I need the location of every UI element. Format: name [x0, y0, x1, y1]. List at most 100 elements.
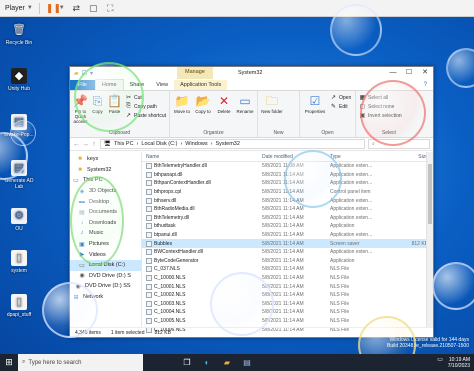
task-view-icon[interactable]: ❐: [177, 354, 197, 371]
table-row[interactable]: C_10003.NLS 5/8/2021 11:14 AM NLS File: [142, 300, 433, 309]
nav-item-keys[interactable]: ■ keys: [70, 154, 141, 165]
folder-icon[interactable]: ▰: [74, 70, 79, 77]
table-row[interactable]: bthudtask 5/8/2021 11:14 AM Application: [142, 222, 433, 231]
nav-item-documents[interactable]: ▤ Documents: [70, 207, 141, 218]
nav-item-dvd-drive-2[interactable]: ◉ DVD Drive (D:) SS: [70, 281, 141, 292]
invert-selection-button[interactable]: ▣ Invert selection: [359, 112, 402, 120]
select-none-button[interactable]: ▢ Select none: [359, 103, 402, 111]
chevron-down-icon[interactable]: ▼: [59, 5, 65, 11]
search-input[interactable]: ⌕: [368, 139, 430, 149]
nav-item-this-pc[interactable]: ▭ This PC: [70, 175, 141, 186]
tab-home[interactable]: Home: [94, 79, 124, 90]
breadcrumb-local-disk[interactable]: Local Disk (C:): [141, 141, 177, 147]
column-size[interactable]: Size: [400, 154, 428, 160]
desktop-icon-system[interactable]: ▯ system: [0, 250, 38, 274]
forward-icon[interactable]: →: [82, 141, 89, 148]
table-row[interactable]: C_10005.NLS 5/8/2021 11:14 AM NLS File: [142, 317, 433, 326]
breadcrumb-this-pc[interactable]: This PC: [114, 141, 134, 147]
copy-path-button[interactable]: ⎘ Copy path: [125, 103, 166, 110]
select-all-button[interactable]: ▦ Select all: [359, 94, 402, 102]
tab-application-tools[interactable]: Application Tools: [174, 80, 228, 90]
nav-item-music[interactable]: ♪ Music: [70, 228, 141, 239]
properties-button[interactable]: ☑ Properties: [303, 93, 327, 128]
table-row[interactable]: C_037.NLS 5/8/2021 11:14 AM NLS File: [142, 265, 433, 274]
breadcrumb-windows[interactable]: Windows: [185, 141, 207, 147]
tab-view[interactable]: View: [150, 80, 174, 90]
new-folder-button[interactable]: 🗀 New folder: [261, 93, 283, 128]
table-row[interactable]: bthserv.dll 5/8/2021 11:14 AM Application …: [142, 196, 433, 205]
chevron-down-icon[interactable]: ▼: [27, 5, 33, 11]
table-row[interactable]: bthpanapi.dll 5/8/2021 11:14 AM Applicatio…: [142, 171, 433, 180]
table-row[interactable]: BWContextHandler.dll 5/8/2021 11:14 AM App…: [142, 248, 433, 257]
paste-button[interactable]: 📋 Paste: [107, 93, 122, 128]
nav-item-desktop[interactable]: ▬ Desktop: [70, 196, 141, 207]
help-icon[interactable]: ?: [418, 80, 433, 90]
tab-share[interactable]: Share: [124, 80, 151, 90]
up-icon[interactable]: ↑: [91, 141, 97, 148]
chevron-down-icon[interactable]: ▾: [90, 70, 93, 77]
table-row[interactable]: BthpanContextHandler.dll 5/8/2021 11:14 A…: [142, 179, 433, 188]
minimize-icon[interactable]: —: [385, 67, 401, 79]
copy-button[interactable]: ⎘ Copy: [91, 93, 104, 128]
edit-button[interactable]: ✎ Edit: [330, 103, 351, 111]
scroll-thumb[interactable]: [428, 164, 432, 224]
nav-item-downloads[interactable]: ↓ Downloads: [70, 218, 141, 229]
tab-file[interactable]: File: [70, 80, 95, 90]
column-type[interactable]: Type: [330, 154, 400, 160]
column-name[interactable]: Name: [142, 154, 262, 160]
nav-item-pictures[interactable]: ▣ Pictures: [70, 239, 141, 250]
table-row[interactable]: C_10004.NLS 5/8/2021 11:14 AM NLS File: [142, 308, 433, 317]
vertical-scrollbar[interactable]: [426, 152, 433, 327]
fullscreen-icon[interactable]: ⛶: [105, 3, 116, 14]
pin-button[interactable]: 📌 Pin to Quick access: [73, 93, 88, 128]
nav-item-system32[interactable]: ■ System32: [70, 165, 141, 176]
cut-button[interactable]: ✂ Cut: [125, 94, 166, 102]
player-menu[interactable]: Player: [5, 5, 25, 12]
nav-item-network[interactable]: ⊞ Network: [70, 292, 141, 303]
nav-item-local-disk[interactable]: ▭ Local Disk (C:): [70, 259, 141, 271]
clock-date[interactable]: 7/10/2023: [437, 363, 470, 369]
table-row[interactable]: BthRadioMedia.dll 5/8/2021 11:14 AM Applic…: [142, 205, 433, 214]
table-row[interactable]: Bubbles 5/8/2021 11:14 AM Screen saver 812 …: [142, 239, 433, 248]
nav-item-videos[interactable]: ▶ Videos: [70, 249, 141, 260]
address-bar[interactable]: 🖥 This PC › Local Disk (C:) › Windows › Sys…: [100, 139, 365, 149]
desktop-icon-invoke[interactable]: ▤ invoke-Pop...: [0, 114, 38, 138]
server-manager-icon[interactable]: ▤: [237, 354, 257, 371]
open-button[interactable]: ↗ Open: [330, 94, 351, 102]
breadcrumb-system32[interactable]: System32: [215, 141, 239, 147]
desktop-icon-ou[interactable]: ⚙ OU: [0, 208, 38, 232]
pause-icon[interactable]: ❚❚: [46, 3, 61, 14]
paste-shortcut-button[interactable]: ↗ Paste shortcut: [125, 112, 166, 120]
close-icon[interactable]: ✕: [417, 67, 433, 79]
table-row[interactable]: btpanui.dll 5/8/2021 11:14 AM Application …: [142, 231, 433, 240]
column-date[interactable]: Date modified: [262, 154, 330, 160]
desktop-icon-generate-ad[interactable]: ▤ Generate AD Lab: [0, 160, 38, 190]
maximize-icon[interactable]: ☐: [401, 67, 417, 79]
table-row[interactable]: BthTelemetryHandler.dll 5/8/2021 11:08 AM…: [142, 162, 433, 171]
unity-icon[interactable]: ▢: [88, 3, 99, 14]
copy-to-button[interactable]: 📂 Copy to: [194, 93, 212, 128]
desktop-icon-dpapi[interactable]: ▯ dpapi_stuff: [0, 294, 38, 318]
taskbar-search[interactable]: ⌕ Type here to search: [18, 354, 143, 371]
clock-time[interactable]: 10:19 AM: [449, 357, 470, 363]
folder-icon[interactable]: ▰: [217, 354, 237, 371]
move-to-button[interactable]: 📁 Move to: [173, 93, 191, 128]
desktop-icon-unity-hub[interactable]: ◆ Unity Hub: [0, 68, 38, 92]
rename-button[interactable]: ▭ Rename: [236, 93, 254, 128]
edge-icon[interactable]: ◐: [197, 354, 217, 371]
table-row[interactable]: BthTelemetry.dll 5/8/2021 11:14 AM Applica…: [142, 214, 433, 223]
delete-button[interactable]: ✕ Delete: [215, 93, 233, 128]
desktop-icon-recycle-bin[interactable]: 🗑 Recycle Bin: [0, 22, 38, 46]
windows-start-icon[interactable]: ⊞: [0, 354, 18, 371]
context-tab-manage[interactable]: Manage: [177, 67, 213, 79]
table-row[interactable]: bthprops.cpl 5/8/2021 11:14 AM Control pan…: [142, 188, 433, 197]
table-row[interactable]: C_10000.NLS 5/8/2021 11:14 AM NLS File: [142, 274, 433, 283]
table-row[interactable]: C_10001.NLS 5/8/2021 11:14 AM NLS File: [142, 282, 433, 291]
table-row[interactable]: ByteCodeGenerator 5/8/2021 11:14 AM Applic…: [142, 257, 433, 266]
send-keys-icon[interactable]: ⇄: [71, 3, 82, 14]
properties-icon[interactable]: ☑: [82, 70, 87, 77]
nav-item-dvd-drive[interactable]: ◉ DVD Drive (D:) S: [70, 271, 141, 282]
back-icon[interactable]: ←: [73, 141, 80, 148]
network-icon[interactable]: ▭: [437, 357, 443, 363]
nav-item-3d-objects[interactable]: ◈ 3D Objects: [70, 186, 141, 197]
